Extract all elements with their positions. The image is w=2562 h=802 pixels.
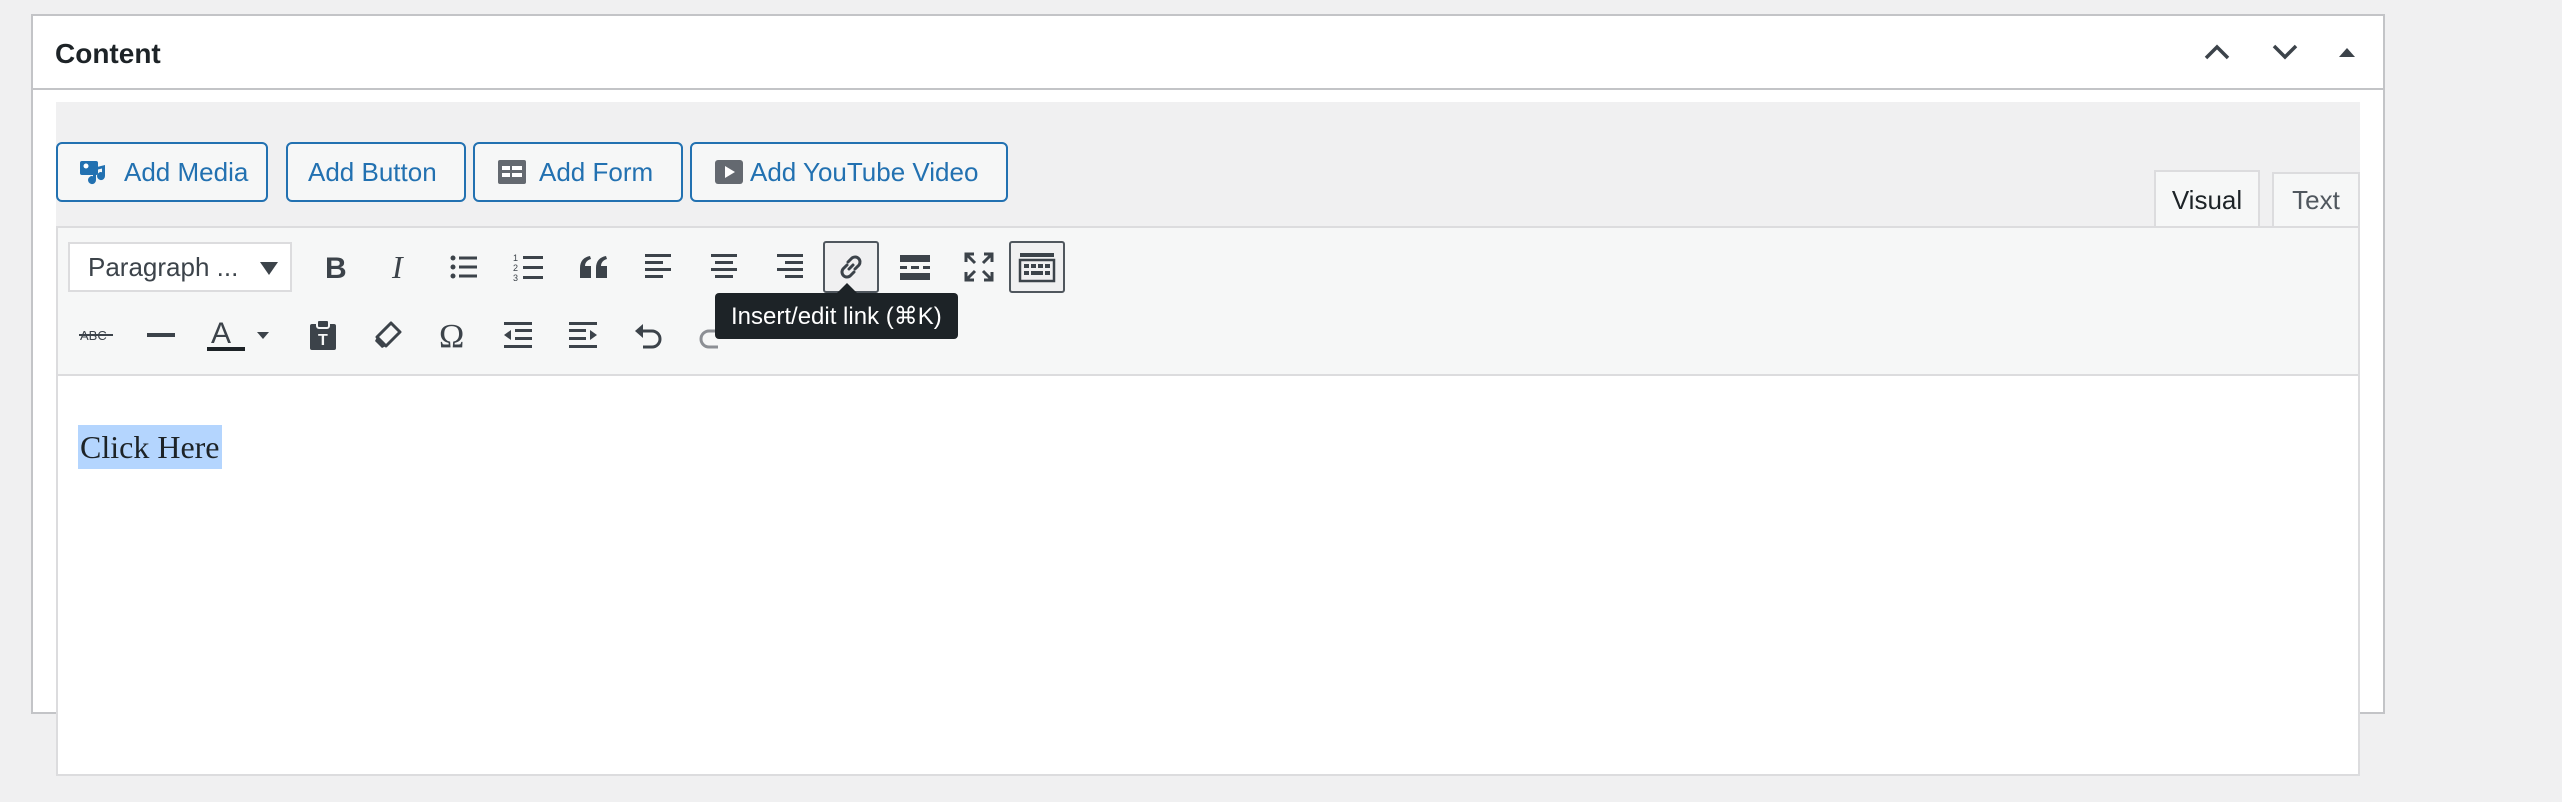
selected-text[interactable]: Click Here	[78, 425, 222, 469]
toggle-panel-icon[interactable]	[2329, 34, 2365, 70]
add-youtube-button[interactable]: Add YouTube Video	[690, 142, 1008, 202]
add-media-button[interactable]: Add Media	[56, 142, 268, 202]
horizontal-line-icon[interactable]	[133, 309, 189, 361]
svg-text:I: I	[391, 252, 404, 282]
editor-wrap: Add Media Add Button Add Form Add YouTub…	[56, 102, 2360, 802]
svg-text:3: 3	[513, 273, 518, 282]
numbered-list-icon[interactable]: 1 2 3	[501, 241, 557, 293]
add-media-label: Add Media	[124, 156, 249, 187]
paste-text-icon[interactable]: T	[295, 309, 351, 361]
special-character-icon[interactable]: Ω	[425, 309, 481, 361]
align-center-icon[interactable]	[696, 241, 752, 293]
italic-icon[interactable]: I	[371, 241, 427, 293]
move-up-icon[interactable]	[2199, 34, 2235, 70]
tab-text[interactable]: Text	[2272, 172, 2360, 226]
metabox-title: Content	[55, 38, 161, 69]
svg-text:2: 2	[513, 263, 518, 273]
indent-icon[interactable]	[555, 309, 611, 361]
align-left-icon[interactable]	[631, 241, 687, 293]
text-color-icon[interactable]: A	[198, 309, 278, 361]
bulleted-list-icon[interactable]	[436, 241, 492, 293]
media-icon	[78, 157, 112, 187]
clear-formatting-icon[interactable]	[360, 309, 416, 361]
format-select-value: Paragraph ...	[88, 251, 239, 282]
svg-text:B: B	[325, 252, 347, 282]
strikethrough-icon[interactable]: ABC	[68, 309, 124, 361]
chevron-down-icon	[260, 262, 278, 275]
undo-icon[interactable]	[620, 309, 676, 361]
add-button-label: Add Button	[308, 156, 437, 187]
toolbar-toggle-icon[interactable]	[1009, 241, 1065, 293]
svg-text:T: T	[318, 332, 328, 349]
add-button-button[interactable]: Add Button	[286, 142, 466, 202]
read-more-icon[interactable]	[887, 241, 943, 293]
svg-text:Ω: Ω	[439, 320, 464, 350]
outdent-icon[interactable]	[490, 309, 546, 361]
editor-toolbar: Paragraph ... B I 1 2 3 ABC A T Ω	[56, 226, 2360, 376]
link-tooltip: Insert/edit link (⌘K)	[715, 283, 958, 339]
video-play-icon	[714, 159, 744, 185]
editor-content-area[interactable]: Click Here	[56, 376, 2360, 776]
add-form-label: Add Form	[539, 156, 654, 187]
svg-text:A: A	[211, 318, 231, 350]
content-metabox: Content Add Media Add Button Add Form Ad…	[31, 14, 2385, 802]
tab-visual[interactable]: Visual	[2154, 170, 2260, 228]
add-form-button[interactable]: Add Form	[473, 142, 683, 202]
form-icon	[497, 159, 527, 185]
metabox-header: Content	[33, 16, 2383, 90]
bold-icon[interactable]: B	[306, 241, 362, 293]
blockquote-icon[interactable]	[566, 241, 622, 293]
svg-text:1: 1	[513, 253, 518, 263]
fullscreen-icon[interactable]	[951, 241, 1007, 293]
add-youtube-label: Add YouTube Video	[750, 156, 979, 187]
align-right-icon[interactable]	[761, 241, 817, 293]
move-down-icon[interactable]	[2267, 34, 2303, 70]
format-select[interactable]: Paragraph ...	[68, 242, 292, 292]
